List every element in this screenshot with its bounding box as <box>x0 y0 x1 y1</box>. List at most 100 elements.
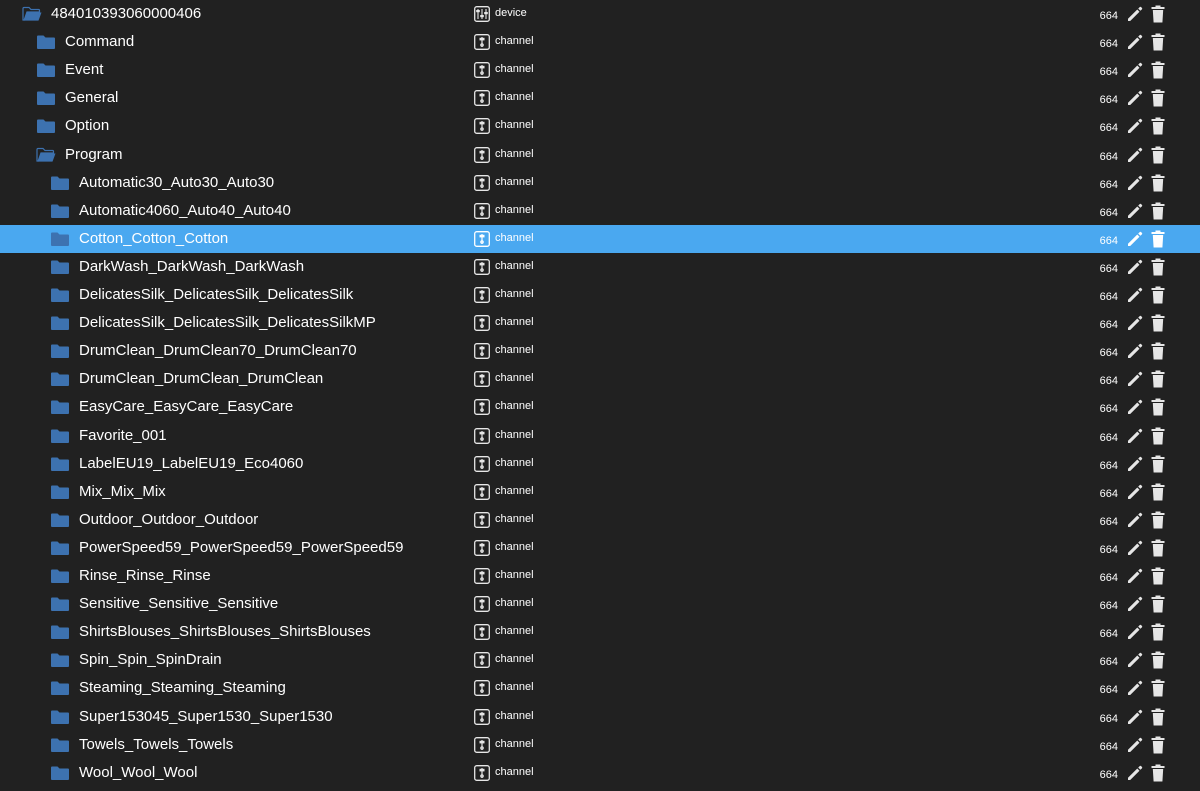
tree-row-program[interactable]: Program channel 664 <box>0 141 1200 169</box>
folder-icon[interactable] <box>50 484 70 500</box>
trash-icon[interactable] <box>1151 33 1165 51</box>
trash-icon[interactable] <box>1151 764 1165 782</box>
object-name[interactable]: ShirtsBlouses_ShirtsBlouses_ShirtsBlouse… <box>79 618 371 646</box>
tree-row-rinse-rinse-rinse[interactable]: Rinse_Rinse_Rinse channel 664 <box>0 562 1200 590</box>
pencil-icon[interactable] <box>1126 651 1144 669</box>
tree-row-steaming-steaming-steaming[interactable]: Steaming_Steaming_Steaming channel 664 <box>0 674 1200 702</box>
trash-icon[interactable] <box>1151 455 1165 473</box>
tree-row-spin-spin-spindrain[interactable]: Spin_Spin_SpinDrain channel 664 <box>0 646 1200 674</box>
object-name[interactable]: 484010393060000406 <box>51 0 201 28</box>
tree-row-wool-wool-wool[interactable]: Wool_Wool_Wool channel 664 <box>0 759 1200 787</box>
object-name[interactable]: Super153045_Super1530_Super1530 <box>79 703 333 731</box>
trash-icon[interactable] <box>1151 5 1165 23</box>
folder-icon[interactable] <box>50 175 70 191</box>
trash-icon[interactable] <box>1151 736 1165 754</box>
tree-row-favorite-001[interactable]: Favorite_001 channel 664 <box>0 422 1200 450</box>
object-name[interactable]: Event <box>65 56 103 84</box>
pencil-icon[interactable] <box>1126 398 1144 416</box>
pencil-icon[interactable] <box>1126 511 1144 529</box>
folder-icon[interactable] <box>50 680 70 696</box>
folder-icon[interactable] <box>50 737 70 753</box>
tree-row-delicatessilk-delicatessilk-delicatessilkmp[interactable]: DelicatesSilk_DelicatesSilk_DelicatesSil… <box>0 309 1200 337</box>
pencil-icon[interactable] <box>1126 61 1144 79</box>
trash-icon[interactable] <box>1151 61 1165 79</box>
pencil-icon[interactable] <box>1126 736 1144 754</box>
tree-row-event[interactable]: Event channel 664 <box>0 56 1200 84</box>
trash-icon[interactable] <box>1151 286 1165 304</box>
tree-row-powerspeed59-powerspeed59-powerspeed59[interactable]: PowerSpeed59_PowerSpeed59_PowerSpeed59 c… <box>0 534 1200 562</box>
trash-icon[interactable] <box>1151 146 1165 164</box>
trash-icon[interactable] <box>1151 483 1165 501</box>
tree-row-easycare-easycare-easycare[interactable]: EasyCare_EasyCare_EasyCare channel 664 <box>0 393 1200 421</box>
object-name[interactable]: Spin_Spin_SpinDrain <box>79 646 222 674</box>
folder-icon[interactable] <box>50 287 70 303</box>
folder-icon[interactable] <box>36 90 56 106</box>
pencil-icon[interactable] <box>1126 174 1144 192</box>
folder-icon[interactable] <box>50 343 70 359</box>
pencil-icon[interactable] <box>1126 258 1144 276</box>
trash-icon[interactable] <box>1151 398 1165 416</box>
pencil-icon[interactable] <box>1126 33 1144 51</box>
object-name[interactable]: Command <box>65 28 134 56</box>
object-name[interactable]: DelicatesSilk_DelicatesSilk_DelicatesSil… <box>79 309 376 337</box>
trash-icon[interactable] <box>1151 342 1165 360</box>
pencil-icon[interactable] <box>1126 427 1144 445</box>
folder-icon[interactable] <box>50 540 70 556</box>
object-name[interactable]: EasyCare_EasyCare_EasyCare <box>79 393 293 421</box>
trash-icon[interactable] <box>1151 258 1165 276</box>
folder-icon[interactable] <box>50 315 70 331</box>
trash-icon[interactable] <box>1151 679 1165 697</box>
object-name[interactable]: DelicatesSilk_DelicatesSilk_DelicatesSil… <box>79 281 353 309</box>
tree-row-shirtsblouses-shirtsblouses-shirtsblouses[interactable]: ShirtsBlouses_ShirtsBlouses_ShirtsBlouse… <box>0 618 1200 646</box>
trash-icon[interactable] <box>1151 539 1165 557</box>
tree-row-labeleu19-labeleu19-eco4060[interactable]: LabelEU19_LabelEU19_Eco4060 channel 664 <box>0 450 1200 478</box>
tree-row-automatic4060-auto40-auto40[interactable]: Automatic4060_Auto40_Auto40 channel 664 <box>0 197 1200 225</box>
trash-icon[interactable] <box>1151 595 1165 613</box>
object-name[interactable]: Towels_Towels_Towels <box>79 731 233 759</box>
pencil-icon[interactable] <box>1126 286 1144 304</box>
folder-icon[interactable] <box>50 765 70 781</box>
pencil-icon[interactable] <box>1126 146 1144 164</box>
tree-row-general[interactable]: General channel 664 <box>0 84 1200 112</box>
pencil-icon[interactable] <box>1126 623 1144 641</box>
folder-icon[interactable] <box>50 231 70 247</box>
pencil-icon[interactable] <box>1126 202 1144 220</box>
object-name[interactable]: Cotton_Cotton_Cotton <box>79 225 228 253</box>
object-name[interactable]: Mix_Mix_Mix <box>79 478 166 506</box>
folder-icon[interactable] <box>36 34 56 50</box>
object-name[interactable]: DarkWash_DarkWash_DarkWash <box>79 253 304 281</box>
object-name[interactable]: DrumClean_DrumClean70_DrumClean70 <box>79 337 357 365</box>
folder-icon[interactable] <box>50 568 70 584</box>
tree-row-drumclean-drumclean-drumclean[interactable]: DrumClean_DrumClean_DrumClean channel 66… <box>0 365 1200 393</box>
pencil-icon[interactable] <box>1126 679 1144 697</box>
tree-row-delicatessilk-delicatessilk-delicatessilk[interactable]: DelicatesSilk_DelicatesSilk_DelicatesSil… <box>0 281 1200 309</box>
object-name[interactable]: Outdoor_Outdoor_Outdoor <box>79 506 258 534</box>
object-name[interactable]: Favorite_001 <box>79 422 167 450</box>
object-name[interactable]: LabelEU19_LabelEU19_Eco4060 <box>79 450 303 478</box>
pencil-icon[interactable] <box>1126 342 1144 360</box>
pencil-icon[interactable] <box>1126 314 1144 332</box>
pencil-icon[interactable] <box>1126 567 1144 585</box>
folder-icon[interactable] <box>50 652 70 668</box>
tree-row-super153045-super1530-super1530[interactable]: Super153045_Super1530_Super1530 channel … <box>0 703 1200 731</box>
object-name[interactable]: Automatic30_Auto30_Auto30 <box>79 169 274 197</box>
folder-icon[interactable] <box>50 428 70 444</box>
folder-icon[interactable] <box>50 203 70 219</box>
folder-open-icon[interactable] <box>36 147 56 163</box>
folder-icon[interactable] <box>36 62 56 78</box>
folder-open-icon[interactable] <box>22 6 42 22</box>
tree-row-484010393060000406[interactable]: 484010393060000406 device 664 <box>0 0 1200 28</box>
trash-icon[interactable] <box>1151 370 1165 388</box>
tree-row-sensitive-sensitive-sensitive[interactable]: Sensitive_Sensitive_Sensitive channel 66… <box>0 590 1200 618</box>
pencil-icon[interactable] <box>1126 708 1144 726</box>
pencil-icon[interactable] <box>1126 89 1144 107</box>
pencil-icon[interactable] <box>1126 117 1144 135</box>
pencil-icon[interactable] <box>1126 455 1144 473</box>
folder-icon[interactable] <box>50 371 70 387</box>
object-name[interactable]: General <box>65 84 118 112</box>
tree-row-option[interactable]: Option channel 664 <box>0 112 1200 140</box>
object-name[interactable]: Rinse_Rinse_Rinse <box>79 562 211 590</box>
trash-icon[interactable] <box>1151 314 1165 332</box>
pencil-icon[interactable] <box>1126 483 1144 501</box>
object-name[interactable]: Sensitive_Sensitive_Sensitive <box>79 590 278 618</box>
